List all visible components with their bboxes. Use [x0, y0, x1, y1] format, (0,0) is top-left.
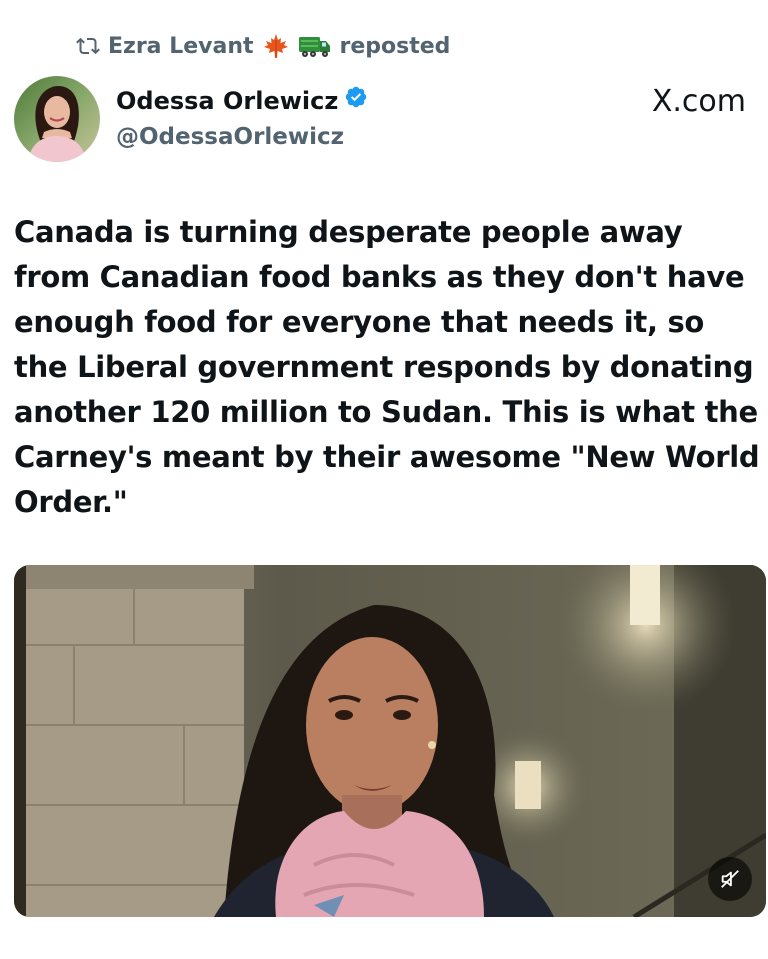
- repost-label: reposted: [339, 33, 451, 59]
- truck-icon: [298, 32, 332, 60]
- author-display-name[interactable]: Odessa Orlewicz: [116, 84, 338, 118]
- author-handle[interactable]: @OdessaOrlewicz: [116, 120, 368, 154]
- muted-speaker-icon: [719, 868, 741, 890]
- repost-icon: [76, 34, 100, 58]
- post-text: Canada is turning desperate people away …: [14, 215, 760, 519]
- post-video[interactable]: [14, 565, 766, 917]
- verified-badge-icon: [344, 84, 368, 118]
- reposter-name[interactable]: Ezra Levant: [108, 34, 254, 59]
- maple-leaf-icon: [262, 32, 290, 60]
- repost-header[interactable]: Ezra Levant reposted: [76, 30, 450, 62]
- author-avatar[interactable]: [14, 76, 100, 162]
- author-info: Odessa Orlewicz @OdessaOrlewicz: [116, 84, 368, 154]
- site-label: X.com: [651, 84, 746, 119]
- mute-toggle-button[interactable]: [708, 857, 752, 901]
